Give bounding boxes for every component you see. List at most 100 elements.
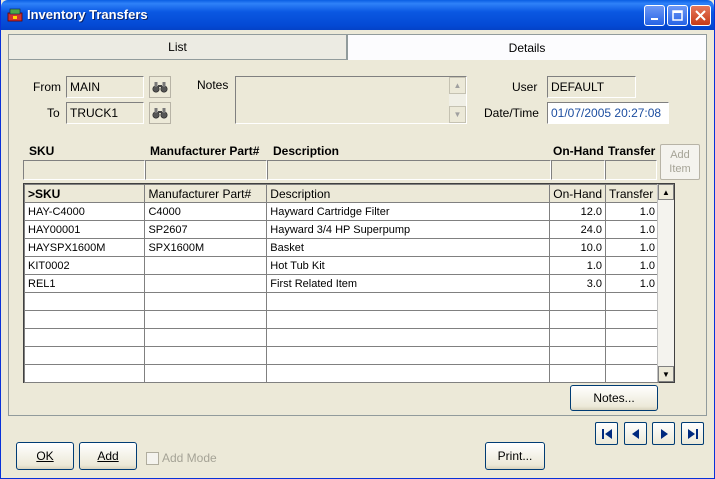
binoculars-icon	[152, 82, 168, 93]
from-field[interactable]: MAIN	[66, 76, 144, 98]
column-header-transfer[interactable]: Transfer	[605, 184, 659, 203]
filter-header-sku: SKU	[29, 144, 55, 158]
cell-transfer[interactable]: 1.0	[605, 202, 659, 221]
previous-record-button[interactable]	[624, 422, 647, 445]
notes-button-label: Notes...	[593, 391, 635, 405]
column-header-onhand[interactable]: On-Hand	[549, 184, 606, 203]
next-record-button[interactable]	[652, 422, 675, 445]
ok-button-label: OK	[36, 449, 54, 463]
first-record-button[interactable]	[595, 422, 618, 445]
items-grid[interactable]: >SKU Manufacturer Part# Description On-H…	[23, 183, 675, 383]
cell-sku[interactable]: HAY-C4000	[23, 202, 146, 221]
table-row[interactable]: KIT0002 Hot Tub Kit 1.0 1.0	[23, 256, 659, 275]
cell-onhand[interactable]: 24.0	[549, 220, 606, 239]
notes-button[interactable]: Notes...	[570, 385, 658, 411]
grid-scrollbar[interactable]: ▲ ▼	[657, 184, 674, 382]
cell-description[interactable]: Basket	[266, 238, 551, 257]
ok-button[interactable]: OK	[16, 442, 74, 470]
add-item-label-1: Add	[670, 149, 690, 161]
cell-onhand[interactable]: 1.0	[549, 256, 606, 275]
tab-list[interactable]: List	[8, 34, 347, 60]
column-header-description[interactable]: Description	[266, 184, 551, 203]
cell-sku[interactable]: HAYSPX1600M	[23, 238, 146, 257]
table-row[interactable]: HAY00001 SP2607 Hayward 3/4 HP Superpump…	[23, 220, 659, 239]
cell-description[interactable]: Hot Tub Kit	[266, 256, 551, 275]
items-table: >SKU Manufacturer Part# Description On-H…	[23, 184, 659, 383]
to-field[interactable]: TRUCK1	[66, 102, 144, 124]
last-record-icon	[687, 428, 698, 439]
app-icon	[7, 8, 23, 22]
table-row[interactable]: HAY-C4000 C4000 Hayward Cartridge Filter…	[23, 202, 659, 221]
cell-mfg[interactable]: C4000	[144, 202, 268, 221]
cell-sku[interactable]: HAY00001	[23, 220, 146, 239]
cell-description[interactable]: Hayward 3/4 HP Superpump	[266, 220, 551, 239]
notes-field[interactable]: ▲ ▼	[235, 76, 467, 124]
filter-transfer-input[interactable]	[605, 160, 657, 180]
from-label: From	[33, 80, 61, 94]
tab-details[interactable]: Details	[347, 34, 707, 61]
filter-onhand-input[interactable]	[551, 160, 605, 180]
cell-onhand[interactable]: 10.0	[549, 238, 606, 257]
filter-mfg-input[interactable]	[145, 160, 267, 180]
empty-row[interactable]	[23, 364, 659, 383]
scroll-down-icon[interactable]: ▼	[658, 366, 674, 382]
add-item-button[interactable]: Add Item	[660, 144, 700, 180]
filter-header-mfg: Manufacturer Part#	[150, 144, 260, 158]
cell-onhand[interactable]: 3.0	[549, 274, 606, 293]
cell-mfg[interactable]: SPX1600M	[144, 238, 268, 257]
scroll-down-icon[interactable]: ▼	[449, 106, 466, 123]
cell-onhand[interactable]: 12.0	[549, 202, 606, 221]
cell-mfg[interactable]	[144, 256, 268, 275]
previous-record-icon	[631, 428, 639, 439]
notes-label: Notes	[197, 78, 229, 92]
tab-details-label: Details	[508, 41, 546, 55]
scroll-up-icon[interactable]: ▲	[449, 77, 466, 94]
empty-row[interactable]	[23, 310, 659, 329]
minimize-icon	[650, 17, 658, 20]
to-lookup-button[interactable]	[149, 102, 171, 124]
cell-transfer[interactable]: 1.0	[605, 220, 659, 239]
cell-transfer[interactable]: 1.0	[605, 256, 659, 275]
empty-row[interactable]	[23, 346, 659, 365]
cell-mfg[interactable]	[144, 274, 268, 293]
cell-mfg[interactable]: SP2607	[144, 220, 268, 239]
close-icon	[695, 10, 706, 21]
table-row[interactable]: HAYSPX1600M SPX1600M Basket 10.0 1.0	[23, 238, 659, 257]
window-title: Inventory Transfers	[27, 7, 148, 22]
title-bar[interactable]: Inventory Transfers	[1, 0, 714, 30]
cell-transfer[interactable]: 1.0	[605, 238, 659, 257]
add-mode-checkbox[interactable]	[146, 452, 159, 465]
maximize-button[interactable]	[667, 5, 688, 26]
user-field: DEFAULT	[547, 76, 636, 98]
from-lookup-button[interactable]	[149, 76, 171, 98]
empty-row[interactable]	[23, 328, 659, 347]
notes-scrollbar[interactable]: ▲ ▼	[449, 77, 466, 123]
empty-row[interactable]	[23, 292, 659, 311]
close-button[interactable]	[690, 5, 711, 26]
filter-header-onhand: On-Hand	[553, 144, 604, 158]
tab-strip: List Details	[8, 34, 707, 61]
minimize-button[interactable]	[644, 5, 665, 26]
table-row[interactable]: REL1 First Related Item 3.0 1.0	[23, 274, 659, 293]
print-button[interactable]: Print...	[485, 442, 545, 470]
filter-header-description: Description	[273, 144, 340, 158]
table-header-row: >SKU Manufacturer Part# Description On-H…	[23, 184, 659, 203]
filter-description-input[interactable]	[267, 160, 551, 180]
cell-sku[interactable]: KIT0002	[23, 256, 146, 275]
cell-description[interactable]: Hayward Cartridge Filter	[266, 202, 551, 221]
cell-description[interactable]: First Related Item	[266, 274, 551, 293]
to-label: To	[47, 106, 60, 120]
cell-sku[interactable]: REL1	[23, 274, 146, 293]
binoculars-icon	[152, 108, 168, 119]
last-record-button[interactable]	[681, 422, 704, 445]
maximize-icon	[672, 10, 683, 21]
add-button[interactable]: Add	[79, 442, 137, 470]
column-header-sku[interactable]: >SKU	[23, 184, 146, 203]
user-label: User	[512, 80, 538, 94]
cell-transfer[interactable]: 1.0	[605, 274, 659, 293]
column-header-mfg[interactable]: Manufacturer Part#	[144, 184, 268, 203]
filter-sku-input[interactable]	[23, 160, 145, 180]
next-record-icon	[660, 428, 668, 439]
datetime-field: 01/07/2005 20:27:08	[547, 102, 669, 124]
scroll-up-icon[interactable]: ▲	[658, 184, 674, 200]
